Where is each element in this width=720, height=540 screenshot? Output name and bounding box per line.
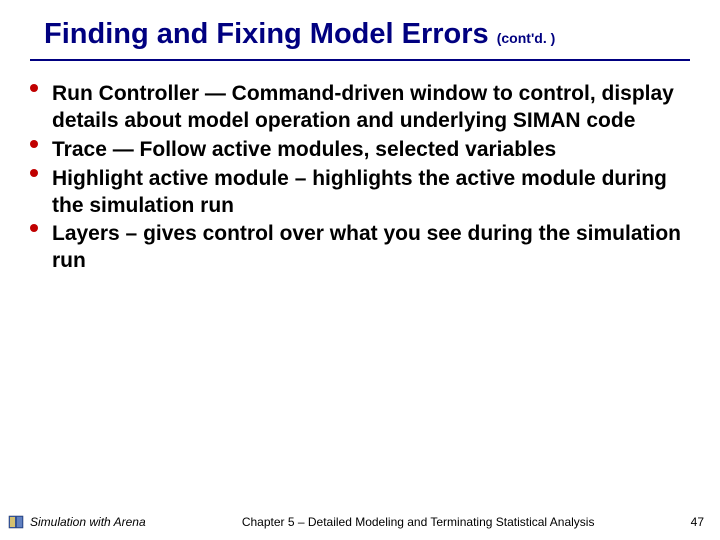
slide-content: Run Controller — Command-driven window t… bbox=[30, 81, 690, 275]
bullet-text: Trace — Follow active modules, selected … bbox=[52, 137, 690, 164]
bullet-text: Layers – gives control over what you see… bbox=[52, 221, 690, 275]
list-item: Highlight active module – highlights the… bbox=[30, 166, 690, 220]
bullet-icon bbox=[30, 224, 38, 232]
bullet-icon bbox=[30, 169, 38, 177]
page-number: 47 bbox=[691, 515, 704, 529]
title-suffix: (cont'd. ) bbox=[497, 30, 556, 46]
slide: Finding and Fixing Model Errors (cont'd.… bbox=[0, 0, 720, 540]
title-main: Finding and Fixing Model Errors bbox=[44, 18, 489, 50]
footer-left: Simulation with Arena bbox=[30, 515, 146, 529]
bullet-text: Run Controller — Command-driven window t… bbox=[52, 81, 690, 135]
footer-center: Chapter 5 – Detailed Modeling and Termin… bbox=[146, 515, 691, 529]
bullet-icon bbox=[30, 140, 38, 148]
list-item: Layers – gives control over what you see… bbox=[30, 221, 690, 275]
bullet-icon bbox=[30, 84, 38, 92]
bullet-text: Highlight active module – highlights the… bbox=[52, 166, 690, 220]
slide-title: Finding and Fixing Model Errors (cont'd.… bbox=[30, 18, 690, 61]
list-item: Run Controller — Command-driven window t… bbox=[30, 81, 690, 135]
book-icon bbox=[8, 514, 24, 530]
slide-footer: Simulation with Arena Chapter 5 – Detail… bbox=[0, 514, 720, 530]
list-item: Trace — Follow active modules, selected … bbox=[30, 137, 690, 164]
